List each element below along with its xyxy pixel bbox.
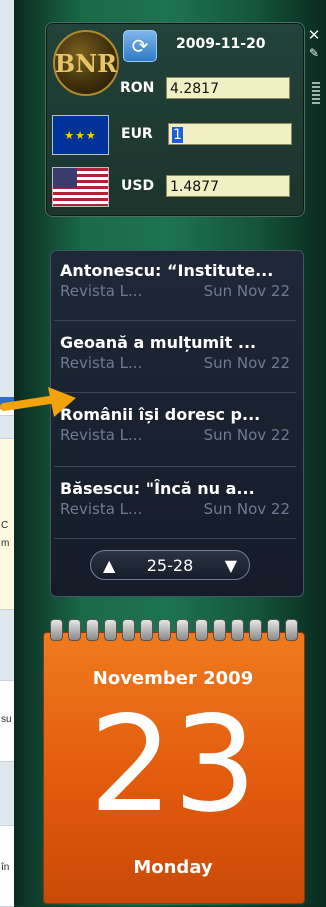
page-range: 25-28 [146,555,194,575]
background-window-edge: C m su în [0,0,14,907]
news-item[interactable]: Băsescu: "Încă nu a... Revista L... Sun N… [60,479,296,518]
annotation-arrow-icon [0,387,76,417]
wrench-icon[interactable]: ✎ [305,44,323,62]
news-source: Revista L... [60,282,143,300]
background-text-fragment: m [1,538,10,549]
news-item[interactable]: Românii își doresc p... Revista L... Sun … [60,405,296,444]
bnr-logo-icon: BNR [53,30,119,96]
exchange-date: 2009-11-20 [176,36,266,52]
news-date: Sun Nov 22 [203,354,290,372]
currency-code-eur: EUR [121,126,153,142]
news-item[interactable]: Antonescu: “Institute... Revista L... Sun… [60,261,296,300]
background-text-fragment: C [1,520,9,531]
background-text-fragment: în [1,862,10,873]
gadget-tools: ✕ ✎ [305,26,323,62]
news-title[interactable]: Băsescu: "Încă nu a... [60,479,296,498]
calendar-weekday: Monday [133,857,213,878]
ron-value-field[interactable]: 4.2817 [166,77,290,99]
divider [54,392,296,393]
divider [54,466,296,467]
us-flag-icon [52,167,109,207]
news-date: Sun Nov 22 [203,282,290,300]
news-source: Revista L... [60,354,143,372]
eu-flag-icon: ★★★ [52,115,109,155]
eur-value-field[interactable]: 1 [168,123,292,145]
news-date: Sun Nov 22 [203,500,290,518]
news-date: Sun Nov 22 [203,426,290,444]
usd-value-field[interactable]: 1.4877 [166,175,290,197]
calendar-day-number: 23 [89,688,257,842]
background-text-fragment: su [1,714,12,725]
divider [54,320,296,321]
news-title[interactable]: Geoană a mulțumit ... [60,333,296,352]
news-title[interactable]: Românii își doresc p... [60,405,296,424]
divider [54,538,296,539]
news-title[interactable]: Antonescu: “Institute... [60,261,296,280]
close-icon[interactable]: ✕ [305,26,323,44]
next-page-icon[interactable]: ▼ [225,556,237,575]
previous-page-icon[interactable]: ▲ [103,556,115,575]
drag-handle-icon[interactable] [312,82,320,104]
currency-code-ron: RON [120,80,155,96]
calendar-rings [50,619,298,641]
calendar-month-year: November 2009 [92,668,254,689]
news-item[interactable]: Geoană a mulțumit ... Revista L... Sun No… [60,333,296,372]
news-source: Revista L... [60,426,143,444]
news-source: Revista L... [60,500,143,518]
currency-code-usd: USD [121,178,155,194]
refresh-icon[interactable]: ⟳ [123,30,157,62]
news-pager: ▲ 25-28 ▼ [90,550,250,580]
